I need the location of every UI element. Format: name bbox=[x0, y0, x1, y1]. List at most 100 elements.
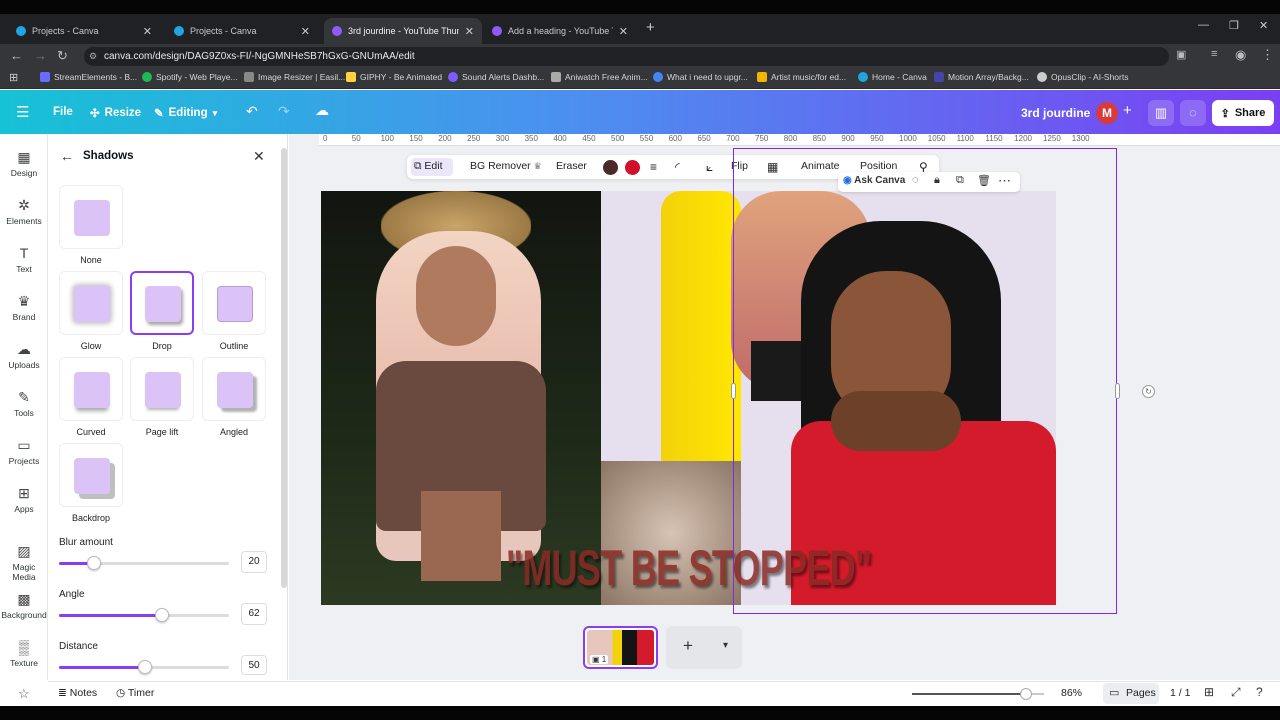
resize-button[interactable]: ✣ Resize bbox=[90, 106, 141, 120]
comment-icon[interactable]: ◌ bbox=[912, 174, 919, 186]
document-title[interactable]: 3rd jourdine bbox=[1021, 106, 1090, 120]
shadow-option-backdrop[interactable] bbox=[59, 443, 123, 507]
rail-item-brand[interactable]: ♛ Brand bbox=[0, 292, 48, 322]
shadow-option-angled[interactable] bbox=[202, 357, 266, 421]
back-icon[interactable]: ← bbox=[10, 48, 23, 63]
fullscreen-icon[interactable]: ⤢ bbox=[1231, 685, 1241, 700]
rotate-icon[interactable]: ↻ bbox=[1142, 385, 1155, 398]
bookmark-item[interactable]: Aniwatch Free Anim... bbox=[551, 72, 648, 82]
apps-grid-icon[interactable]: ⊞ bbox=[9, 71, 18, 84]
close-tab-icon[interactable]: ✕ bbox=[301, 25, 310, 38]
browser-tab[interactable]: Add a heading - YouTube Thum ✕ bbox=[484, 18, 636, 44]
browser-tab[interactable]: Projects - Canva ✕ bbox=[166, 18, 318, 44]
zoom-thumb[interactable] bbox=[1019, 688, 1032, 700]
avatar[interactable]: M bbox=[1096, 102, 1118, 124]
notes-button[interactable]: ≣ Notes bbox=[58, 687, 97, 699]
media-control-icon[interactable]: ≡ bbox=[1211, 48, 1217, 60]
rail-item-elements[interactable]: ✲ Elements bbox=[0, 196, 48, 226]
close-tab-icon[interactable]: ✕ bbox=[619, 25, 628, 38]
blur-amount-value[interactable]: 20 bbox=[241, 551, 267, 573]
timer-button[interactable]: ◷ Timer bbox=[116, 687, 154, 699]
resize-handle[interactable] bbox=[1115, 383, 1120, 399]
ask-canva-button[interactable]: ◉ Ask Canva bbox=[843, 175, 905, 186]
bookmark-item[interactable]: Motion Array/Backg... bbox=[934, 72, 1029, 82]
share-button[interactable]: ⇪ Share bbox=[1212, 100, 1274, 126]
file-menu-button[interactable]: File bbox=[53, 106, 73, 118]
comments-icon[interactable]: ◌ bbox=[1180, 100, 1206, 126]
more-options-icon[interactable]: ⋯ bbox=[998, 173, 1011, 189]
corner-rounding-icon[interactable]: ◜ bbox=[675, 160, 680, 174]
grid-view-icon[interactable]: ⊞ bbox=[1204, 685, 1214, 699]
slider-thumb[interactable] bbox=[155, 608, 169, 622]
minimize-icon[interactable]: — bbox=[1198, 19, 1209, 31]
resize-handle[interactable] bbox=[731, 383, 736, 399]
reload-icon[interactable]: ↻ bbox=[57, 48, 68, 64]
bookmark-item[interactable]: Sound Alerts Dashb... bbox=[448, 72, 544, 82]
lock-icon[interactable]: 🔒︎ bbox=[934, 174, 940, 187]
site-info-icon[interactable]: ⚙ bbox=[89, 47, 97, 66]
add-collaborator-icon[interactable]: + bbox=[1123, 102, 1132, 119]
zoom-value[interactable]: 86% bbox=[1061, 687, 1082, 699]
cloud-save-icon[interactable]: ☁ bbox=[315, 102, 329, 119]
forward-icon[interactable]: → bbox=[34, 48, 47, 63]
close-tab-icon[interactable]: ✕ bbox=[465, 25, 474, 38]
help-icon[interactable]: ? bbox=[1256, 685, 1263, 699]
rail-item-projects[interactable]: ▭ Projects bbox=[0, 436, 48, 466]
distance-value[interactable]: 50 bbox=[241, 655, 267, 675]
hamburger-menu-icon[interactable]: ☰ bbox=[16, 103, 29, 121]
distance-slider[interactable] bbox=[59, 660, 229, 674]
shadow-option-drop[interactable] bbox=[130, 271, 194, 335]
back-arrow-icon[interactable]: ← bbox=[60, 148, 74, 164]
close-tab-icon[interactable]: ✕ bbox=[143, 25, 152, 38]
rail-item-uploads[interactable]: ☁ Uploads bbox=[0, 340, 48, 370]
shadow-option-none[interactable] bbox=[59, 185, 123, 249]
blur-amount-slider[interactable] bbox=[59, 556, 229, 570]
angle-slider[interactable] bbox=[59, 608, 229, 622]
bookmark-item[interactable]: What i need to upgr... bbox=[653, 72, 748, 82]
bookmark-item[interactable]: Artist music/for ed... bbox=[757, 72, 846, 82]
extension-icon[interactable]: ▣ bbox=[1176, 48, 1186, 61]
bookmark-item[interactable]: Spotify - Web Playe... bbox=[142, 72, 238, 82]
rail-item-tools[interactable]: ✎ Tools bbox=[0, 388, 48, 418]
shadow-option-page-lift[interactable] bbox=[130, 357, 194, 421]
panel-scrollbar[interactable] bbox=[281, 148, 287, 588]
duplicate-icon[interactable]: ⧉ bbox=[956, 174, 964, 187]
new-tab-icon[interactable]: + bbox=[646, 19, 655, 36]
crop-icon[interactable]: ⟀ bbox=[706, 160, 713, 175]
rail-item-text[interactable]: T Text bbox=[0, 244, 48, 274]
angle-value[interactable]: 62 bbox=[241, 603, 267, 625]
help-sparkle-icon[interactable]: ☆ bbox=[18, 686, 30, 702]
browser-tab[interactable]: Projects - Canva ✕ bbox=[8, 18, 160, 44]
rail-item-design[interactable]: ▦ Design bbox=[0, 148, 48, 178]
color-swatch-red[interactable] bbox=[625, 160, 640, 175]
bookmark-item[interactable]: Image Resizer | Easil... bbox=[244, 72, 345, 82]
insights-icon[interactable]: ▥ bbox=[1148, 100, 1174, 126]
chevron-down-icon[interactable]: ▾ bbox=[723, 640, 728, 651]
shadow-option-glow[interactable] bbox=[59, 271, 123, 335]
window-close-icon[interactable]: ✕ bbox=[1259, 19, 1268, 32]
rail-item-background[interactable]: ▩ Background bbox=[0, 590, 48, 620]
shadow-option-outline[interactable] bbox=[202, 271, 266, 335]
browser-tab-active[interactable]: 3rd jourdine - YouTube Thumb ✕ bbox=[324, 18, 482, 44]
bookmark-item[interactable]: OpusClip - AI-Shorts bbox=[1037, 72, 1128, 82]
restore-icon[interactable]: ❐ bbox=[1229, 19, 1239, 32]
browser-menu-icon[interactable]: ⋮ bbox=[1261, 47, 1274, 63]
color-swatch-dark[interactable] bbox=[603, 160, 618, 175]
rail-item-apps[interactable]: ⊞ Apps bbox=[0, 484, 48, 514]
border-style-icon[interactable]: ≡ bbox=[650, 160, 657, 174]
address-field[interactable]: ⚙ canva.com/design/DAG9Z0xs-FI/-NgGMNHeS… bbox=[84, 47, 1169, 66]
pages-button[interactable]: ▭ Pages bbox=[1103, 683, 1159, 704]
bookmark-item[interactable]: StreamElements - B... bbox=[40, 72, 137, 82]
add-page-button[interactable]: + ▾ bbox=[666, 626, 742, 669]
rail-item-magic-media[interactable]: ▨ Magic Media bbox=[0, 542, 48, 582]
bg-remover-button[interactable]: BG Remover ♛ bbox=[470, 160, 542, 172]
redo-icon[interactable]: ↷ bbox=[278, 103, 290, 120]
undo-icon[interactable]: ↶ bbox=[246, 103, 258, 120]
trash-icon[interactable]: 🗑︎ bbox=[977, 174, 991, 187]
editing-mode-button[interactable]: ✎ Editing ▾ bbox=[154, 106, 217, 120]
shadow-option-curved[interactable] bbox=[59, 357, 123, 421]
eraser-button[interactable]: Eraser bbox=[556, 160, 587, 172]
bookmark-item[interactable]: Home - Canva bbox=[858, 72, 927, 82]
bookmark-item[interactable]: GIPHY - Be Animated bbox=[346, 72, 442, 82]
slider-thumb[interactable] bbox=[138, 660, 152, 674]
